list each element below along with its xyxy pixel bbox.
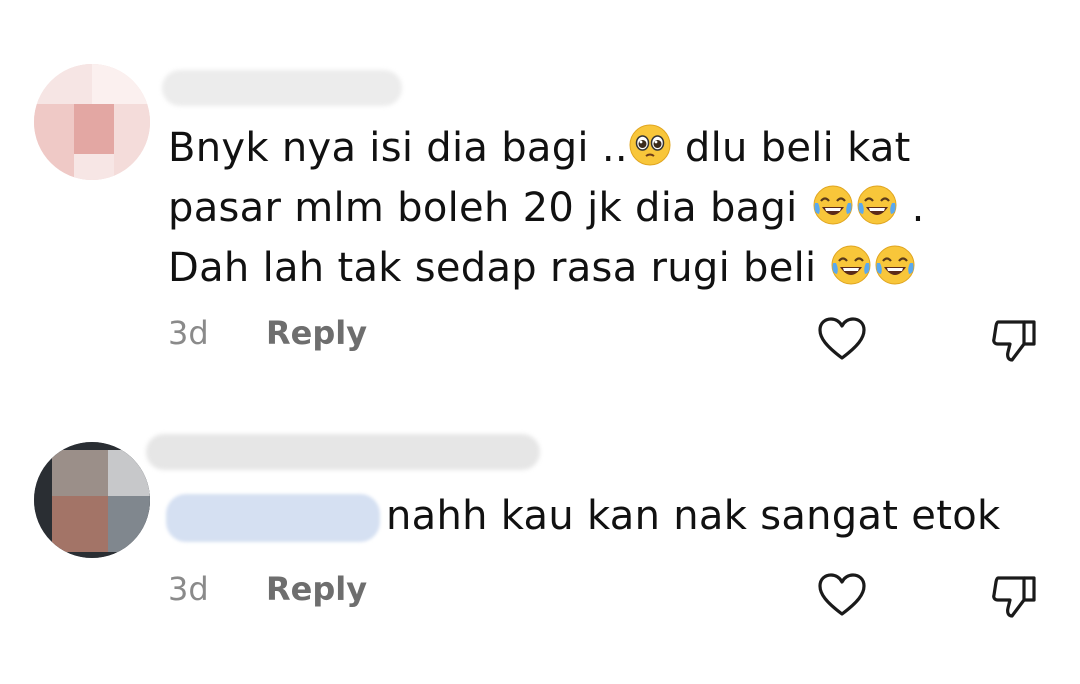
tears-of-joy-emoji-icon	[857, 185, 897, 225]
tears-of-joy-emoji-icon	[831, 245, 871, 285]
heart-icon[interactable]	[816, 314, 868, 366]
tears-of-joy-emoji-icon	[813, 185, 853, 225]
tears-of-joy-emoji-icon	[875, 245, 915, 285]
comment-2: nahh kau kan nak sangat etok 3d Reply	[0, 400, 1080, 684]
timestamp: 3d	[168, 570, 209, 608]
comment-text: Bnyk nya isi dia bagi .. dlu beli kat pa…	[168, 118, 925, 298]
comment-line-2: pasar mlm boleh 20 jk dia bagi	[168, 185, 798, 231]
comment-line-2-tail: .	[911, 185, 925, 231]
avatar[interactable]	[34, 64, 150, 180]
comment-1: Bnyk nya isi dia bagi .. dlu beli kat pa…	[0, 0, 1080, 390]
username-redacted[interactable]	[146, 434, 540, 470]
reply-button[interactable]: Reply	[266, 570, 367, 608]
timestamp: 3d	[168, 314, 209, 352]
heart-icon[interactable]	[816, 570, 868, 622]
pleading-face-emoji-icon	[629, 124, 671, 166]
comment-meta: 3d Reply	[168, 314, 367, 352]
comment-meta: 3d Reply	[168, 570, 367, 608]
thumbs-down-icon[interactable]	[988, 570, 1040, 622]
mention-link-redacted[interactable]	[166, 494, 380, 542]
avatar[interactable]	[34, 442, 150, 558]
reply-button[interactable]: Reply	[266, 314, 367, 352]
comment-line-1: Bnyk nya isi dia bagi ..	[168, 125, 628, 171]
thumbs-down-icon[interactable]	[988, 314, 1040, 366]
comment-line-1-tail: dlu beli kat	[684, 125, 911, 171]
comment-line-3: Dah lah tak sedap rasa rugi beli	[168, 245, 817, 291]
comment-text: nahh kau kan nak sangat etok	[386, 493, 1001, 539]
username-redacted[interactable]	[162, 70, 402, 106]
